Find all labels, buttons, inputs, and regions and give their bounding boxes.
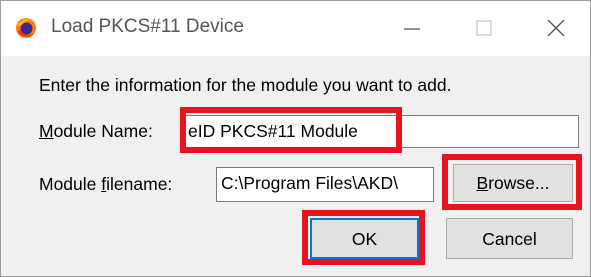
browse-label-rest: rowse... — [488, 173, 550, 193]
close-icon[interactable] — [541, 13, 571, 43]
browse-button-label: Browse... — [477, 171, 550, 195]
module-filename-label-prefix: Module — [39, 174, 102, 194]
instructions-text: Enter the information for the module you… — [39, 75, 452, 95]
minimize-icon[interactable] — [397, 13, 427, 43]
module-name-label-rest: odule Name: — [53, 121, 153, 141]
module-name-input[interactable]: eID PKCS#11 Module — [183, 115, 579, 148]
firefox-icon — [16, 18, 36, 38]
module-filename-label-rest: ilename: — [106, 174, 173, 194]
title-bar[interactable]: Load PKCS#11 Device — [1, 1, 590, 56]
browse-button[interactable]: Browse... — [453, 164, 573, 202]
browse-accel: B — [476, 173, 489, 193]
module-name-label: Module Name: — [39, 119, 153, 143]
module-filename-label: Module filename: — [39, 172, 172, 196]
maximize-icon[interactable] — [469, 13, 499, 43]
load-pkcs11-device-dialog: Load PKCS#11 Device Enter the informatio… — [0, 0, 591, 277]
cancel-button[interactable]: Cancel — [446, 218, 573, 259]
module-filename-input[interactable]: C:\Program Files\AKD\ — [216, 167, 434, 202]
module-name-accel: M — [39, 121, 54, 141]
window-title: Load PKCS#11 Device — [51, 16, 244, 37]
ok-button[interactable]: OK — [310, 218, 419, 259]
